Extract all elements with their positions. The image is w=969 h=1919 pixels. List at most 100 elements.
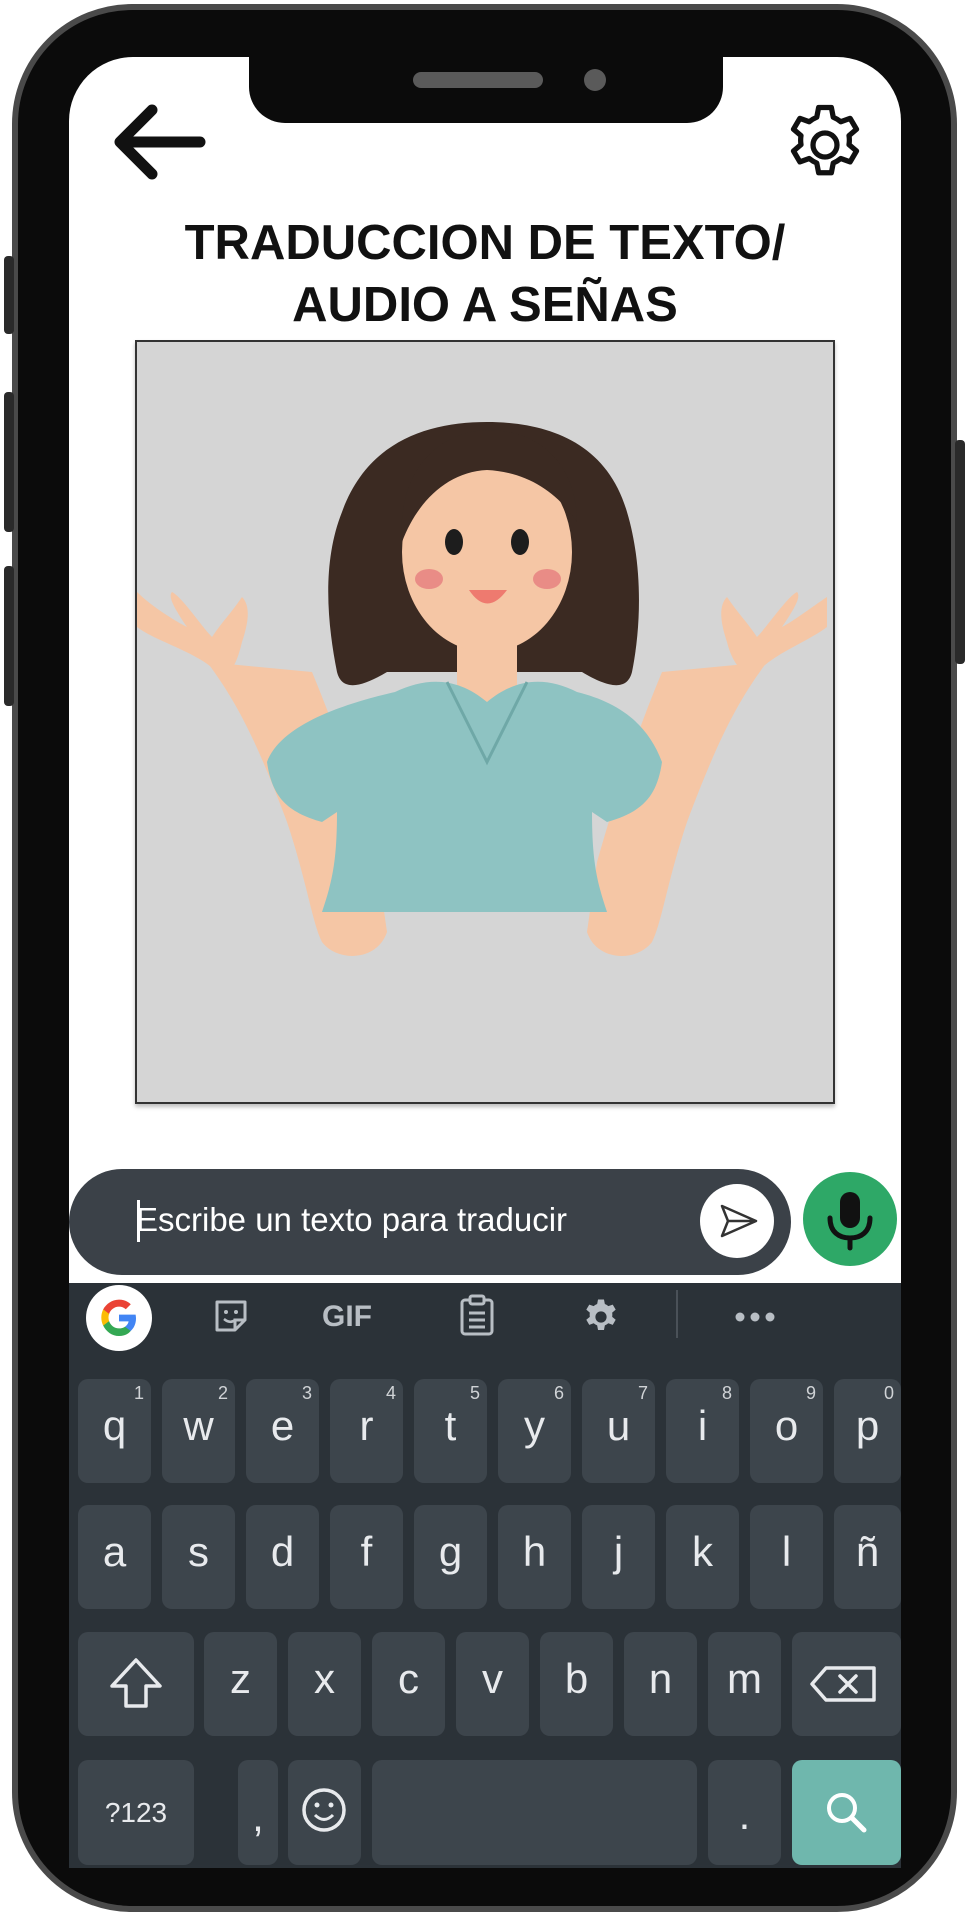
key-e[interactable]: 3e — [246, 1379, 319, 1483]
phone-volume-up — [4, 392, 14, 532]
google-button[interactable] — [86, 1285, 152, 1351]
backspace-icon — [810, 1666, 876, 1702]
phone-camera — [584, 69, 606, 91]
key-i[interactable]: 8i — [666, 1379, 739, 1483]
emoji-icon — [302, 1788, 346, 1832]
key-x[interactable]: x — [288, 1632, 361, 1736]
search-icon — [827, 1793, 867, 1833]
key-label: m — [727, 1655, 762, 1702]
key-label: . — [738, 1791, 751, 1838]
key-u[interactable]: 7u — [582, 1379, 655, 1483]
back-button[interactable] — [110, 100, 210, 180]
keyboard-settings-button[interactable] — [580, 1296, 622, 1338]
phone-side-button — [4, 256, 14, 334]
key-label: g — [438, 1528, 463, 1575]
sticker-button[interactable] — [211, 1296, 251, 1336]
key-o[interactable]: 9o — [750, 1379, 823, 1483]
key-m[interactable]: m — [708, 1632, 781, 1736]
page-title-line1: TRADUCCION DE TEXTO/ — [184, 216, 786, 270]
emoji-key[interactable] — [288, 1760, 361, 1865]
shift-icon — [110, 1658, 162, 1708]
shift-key[interactable] — [78, 1632, 194, 1736]
gif-button[interactable]: GIF — [322, 1297, 372, 1337]
symbols-key[interactable]: ?123 — [78, 1760, 194, 1865]
key-c[interactable]: c — [372, 1632, 445, 1736]
key-l[interactable]: l — [750, 1505, 823, 1609]
key-label: p — [855, 1402, 880, 1449]
key-b[interactable]: b — [540, 1632, 613, 1736]
comma-key[interactable]: , — [238, 1760, 278, 1865]
more-icon — [735, 1312, 775, 1322]
key-label: q — [102, 1402, 127, 1449]
phone-power-button — [955, 440, 965, 664]
search-key[interactable] — [792, 1760, 901, 1865]
page-title-line2: AUDIO A SEÑAS — [292, 278, 678, 332]
key-t[interactable]: 5t — [414, 1379, 487, 1483]
key-r[interactable]: 4r — [330, 1379, 403, 1483]
key-j[interactable]: j — [582, 1505, 655, 1609]
microphone-button[interactable] — [803, 1172, 897, 1266]
google-icon — [101, 1299, 136, 1336]
phone-notch — [249, 57, 723, 123]
text-input-placeholder[interactable]: Escribe un texto para traducir — [136, 1190, 567, 1250]
sticker-icon — [215, 1300, 247, 1332]
key-label: v — [482, 1655, 503, 1702]
key-label: f — [360, 1528, 373, 1575]
microphone-icon — [827, 1192, 873, 1251]
send-icon — [720, 1204, 758, 1238]
key-n[interactable]: n — [624, 1632, 697, 1736]
key-label: h — [522, 1528, 547, 1575]
key-v[interactable]: v — [456, 1632, 529, 1736]
key-label: o — [774, 1402, 799, 1449]
key-label: n — [648, 1655, 673, 1702]
key-label: a — [102, 1528, 127, 1575]
key-y[interactable]: 6y — [498, 1379, 571, 1483]
key-label: z — [230, 1655, 251, 1702]
page-title: TRADUCCION DE TEXTO/ AUDIO A SEÑAS — [120, 212, 850, 336]
space-key[interactable] — [372, 1760, 697, 1865]
key-a[interactable]: a — [78, 1505, 151, 1609]
clipboard-icon — [460, 1294, 494, 1336]
key-label: c — [398, 1655, 419, 1702]
more-options-button[interactable] — [734, 1310, 776, 1322]
key-f[interactable]: f — [330, 1505, 403, 1609]
toolbar-divider — [676, 1290, 678, 1338]
key-p[interactable]: 0p — [834, 1379, 901, 1483]
key-label: i — [697, 1402, 708, 1449]
key-z[interactable]: z — [204, 1632, 277, 1736]
key-w[interactable]: 2w — [162, 1379, 235, 1483]
backspace-key[interactable] — [792, 1632, 901, 1736]
key-label: l — [781, 1528, 792, 1575]
key-label: j — [613, 1528, 624, 1575]
phone-volume-down — [4, 566, 14, 706]
key-label: x — [314, 1655, 335, 1702]
clipboard-button[interactable] — [458, 1294, 496, 1338]
key-d[interactable]: d — [246, 1505, 319, 1609]
key-s[interactable]: s — [162, 1505, 235, 1609]
key-g[interactable]: g — [414, 1505, 487, 1609]
settings-button[interactable] — [780, 100, 870, 190]
gear-icon — [790, 104, 860, 176]
woman-signing-illustration — [137, 422, 827, 956]
period-key[interactable]: . — [708, 1760, 781, 1865]
key-label: d — [270, 1528, 295, 1575]
send-button[interactable] — [700, 1184, 774, 1258]
key-q[interactable]: 1q — [78, 1379, 151, 1483]
key-label: b — [564, 1655, 589, 1702]
key-k[interactable]: k — [666, 1505, 739, 1609]
arrow-left-icon — [114, 104, 206, 180]
sign-language-illustration — [135, 340, 835, 1104]
key-n-tilde[interactable]: ñ — [834, 1505, 901, 1609]
key-label: r — [359, 1402, 374, 1449]
key-h[interactable]: h — [498, 1505, 571, 1609]
key-label: , — [252, 1793, 264, 1840]
key-label: s — [188, 1528, 209, 1575]
key-label: k — [692, 1528, 713, 1575]
gear-icon — [586, 1299, 616, 1330]
key-label: ?123 — [104, 1797, 168, 1828]
key-label: e — [270, 1402, 295, 1449]
key-label: y — [524, 1402, 545, 1449]
key-label: w — [183, 1402, 214, 1449]
phone-speaker — [413, 72, 543, 88]
key-label: ñ — [855, 1528, 880, 1575]
